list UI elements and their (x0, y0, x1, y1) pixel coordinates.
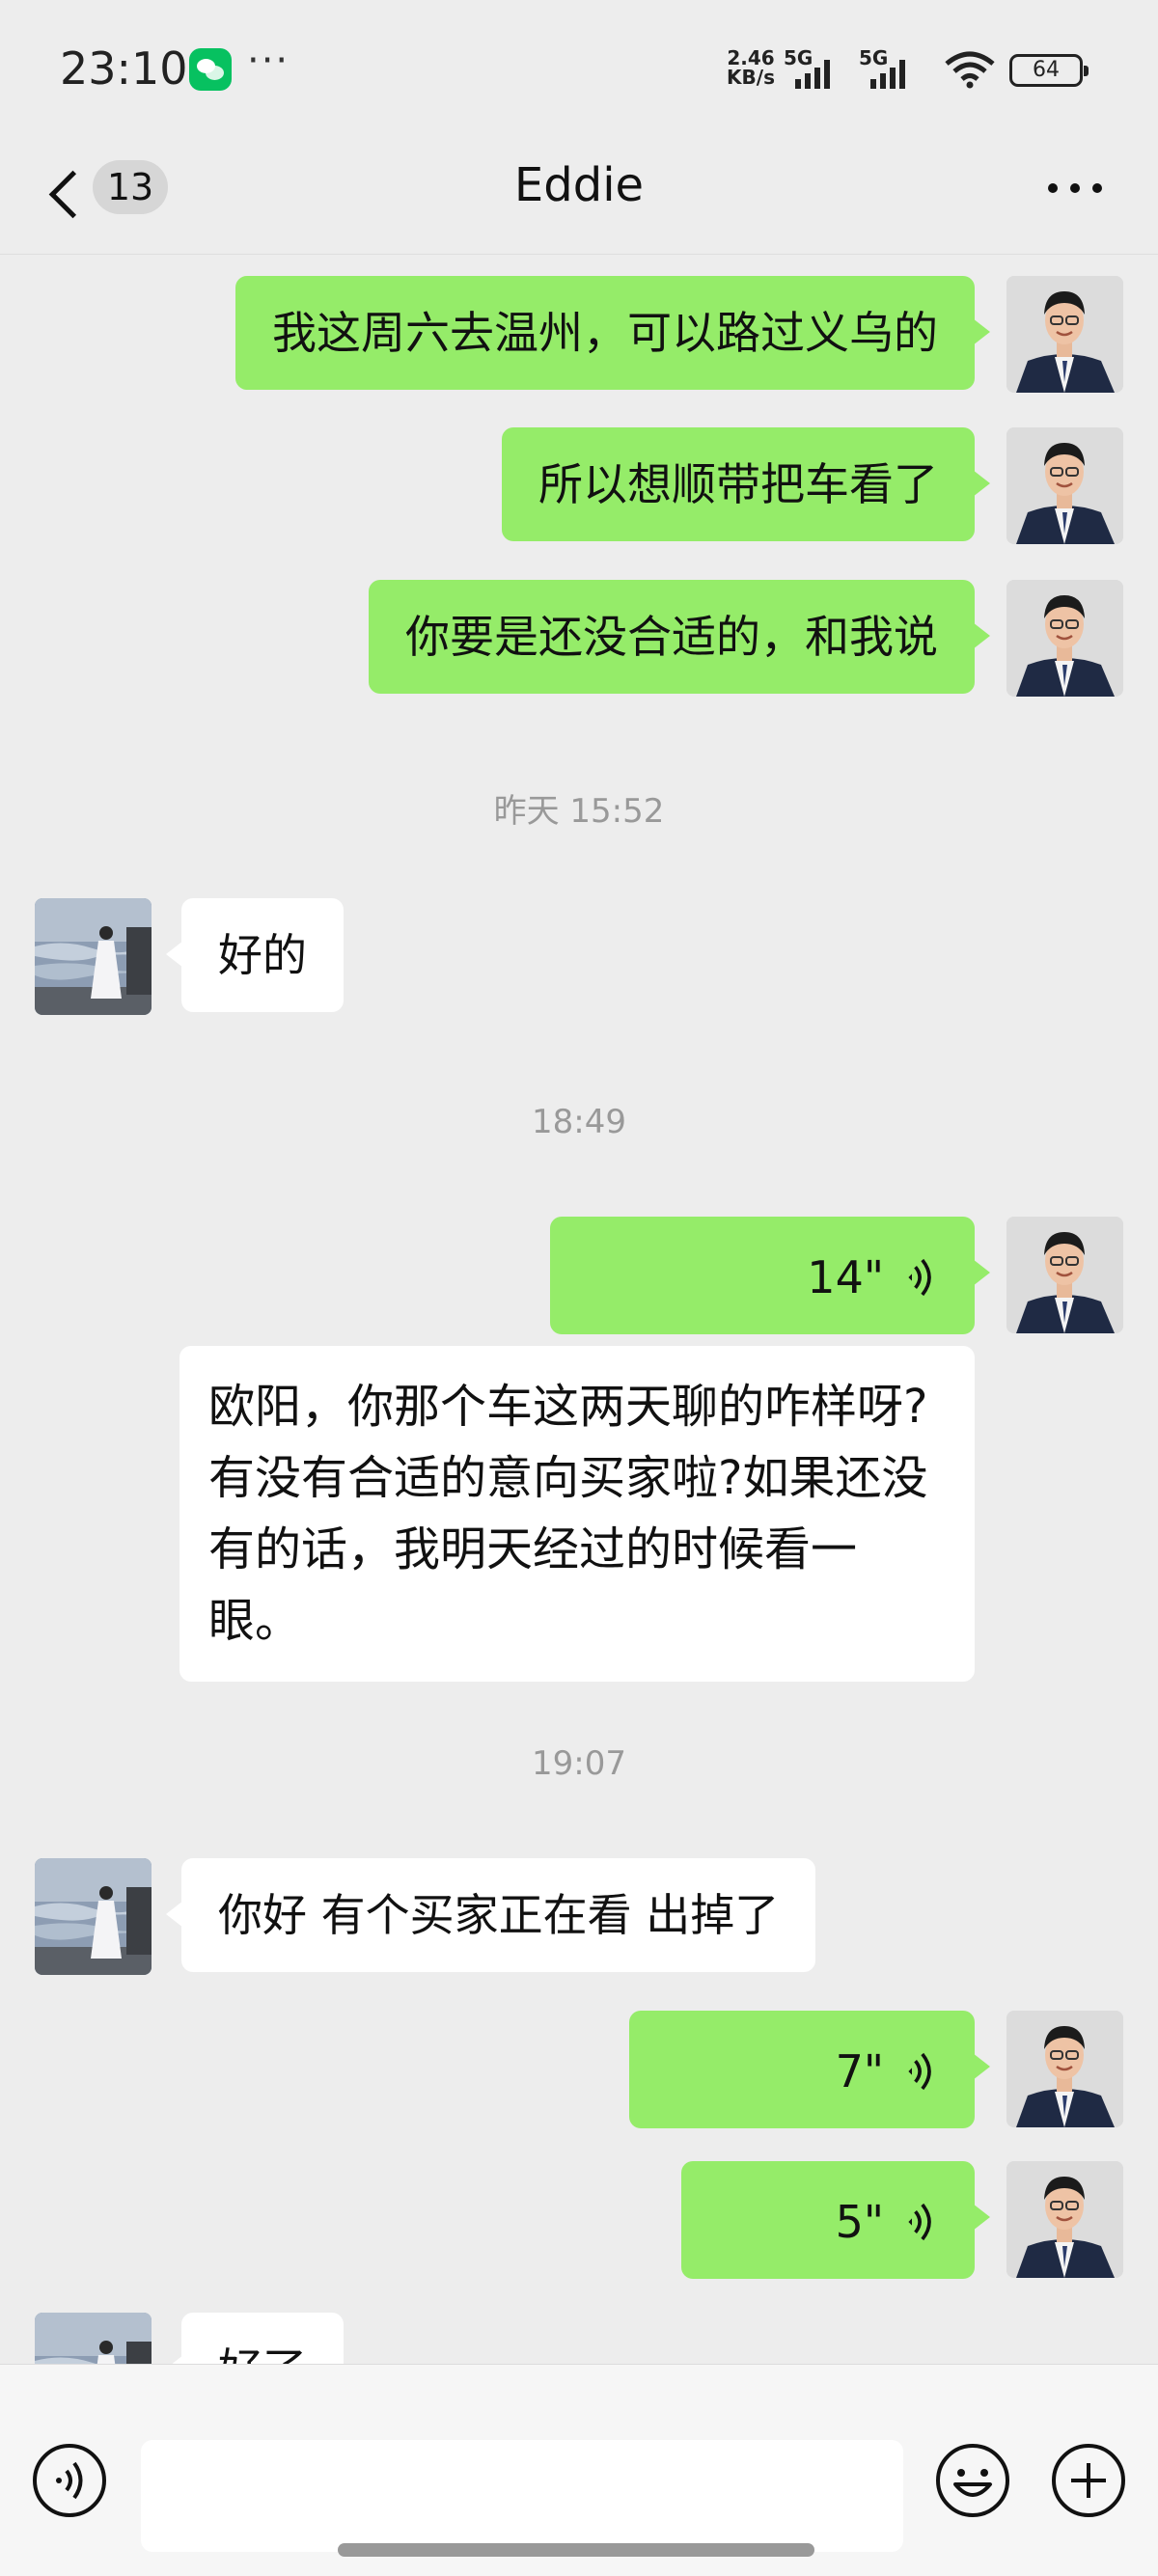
voice-duration: 5" (835, 2195, 884, 2248)
voice-play-icon (906, 2202, 931, 2241)
contact-avatar[interactable] (35, 898, 152, 1015)
battery-icon: 64 (1009, 54, 1089, 87)
my-message-bubble[interactable]: 你要是还没合适的，和我说 (369, 580, 990, 694)
status-bar: 23:10 ··· 2.46 KB/s 5G 5G 64 (0, 0, 1158, 135)
message-input[interactable] (141, 2440, 903, 2552)
voice-input-icon[interactable] (31, 2442, 108, 2519)
chat-title: Eddie (513, 158, 645, 212)
signal-icon: 5G (859, 46, 921, 89)
my-avatar[interactable] (1006, 2011, 1123, 2127)
emoji-icon[interactable] (934, 2442, 1011, 2519)
voice-duration: 7" (835, 2044, 884, 2097)
my-message-bubble[interactable]: 我这周六去温州，可以路过义乌的 (235, 276, 990, 390)
my-avatar[interactable] (1006, 580, 1123, 697)
my-avatar[interactable] (1006, 1217, 1123, 1333)
contact-avatar[interactable] (35, 2313, 152, 2364)
chat-header: 13 Eddie (0, 135, 1158, 255)
voice-play-icon (906, 1257, 931, 1297)
network-speed-value: 2.46 (727, 46, 775, 69)
more-icon[interactable] (1048, 183, 1102, 197)
timestamp: 昨天 15:52 (493, 792, 665, 831)
notification-more-icon: ··· (247, 39, 290, 83)
voice-message-bubble[interactable]: 7" (629, 2011, 990, 2128)
status-time: 23:10 (60, 42, 188, 95)
home-indicator[interactable] (338, 2543, 814, 2557)
signal-icon: 5G (784, 46, 845, 89)
network-speed: 2.46 KB/s (722, 48, 780, 87)
network-speed-unit: KB/s (727, 66, 775, 89)
my-avatar[interactable] (1006, 427, 1123, 544)
timestamp: 18:49 (532, 1103, 626, 1141)
my-message-bubble[interactable]: 所以想顺带把车看了 (502, 427, 990, 541)
voice-transcript[interactable]: 欧阳，你那个车这两天聊的咋样呀?有没有合适的意向买家啦?如果还没有的话，我明天经… (179, 1346, 975, 1682)
plus-icon[interactable] (1050, 2442, 1127, 2519)
contact-avatar[interactable] (35, 1858, 152, 1975)
voice-play-icon (906, 2051, 931, 2091)
my-avatar[interactable] (1006, 276, 1123, 393)
wechat-icon (189, 48, 232, 91)
message-list[interactable]: 我这周六去温州，可以路过义乌的 所以想顺带把车看了 你要是还没合适的，和我说 昨… (0, 256, 1158, 2364)
voice-duration: 14" (807, 1250, 884, 1303)
voice-message-bubble[interactable]: 5" (681, 2161, 990, 2279)
my-avatar[interactable] (1006, 2161, 1123, 2278)
contact-message-bubble[interactable]: 你好 有个买家正在看 出掉了 (165, 1858, 816, 1972)
timestamp: 19:07 (532, 1744, 626, 1783)
contact-message-bubble[interactable]: 好了 (166, 2313, 344, 2364)
contact-message-bubble[interactable]: 好的 (166, 898, 344, 1012)
wifi-icon (945, 51, 995, 89)
voice-message-bubble[interactable]: 14" (550, 1217, 990, 1334)
